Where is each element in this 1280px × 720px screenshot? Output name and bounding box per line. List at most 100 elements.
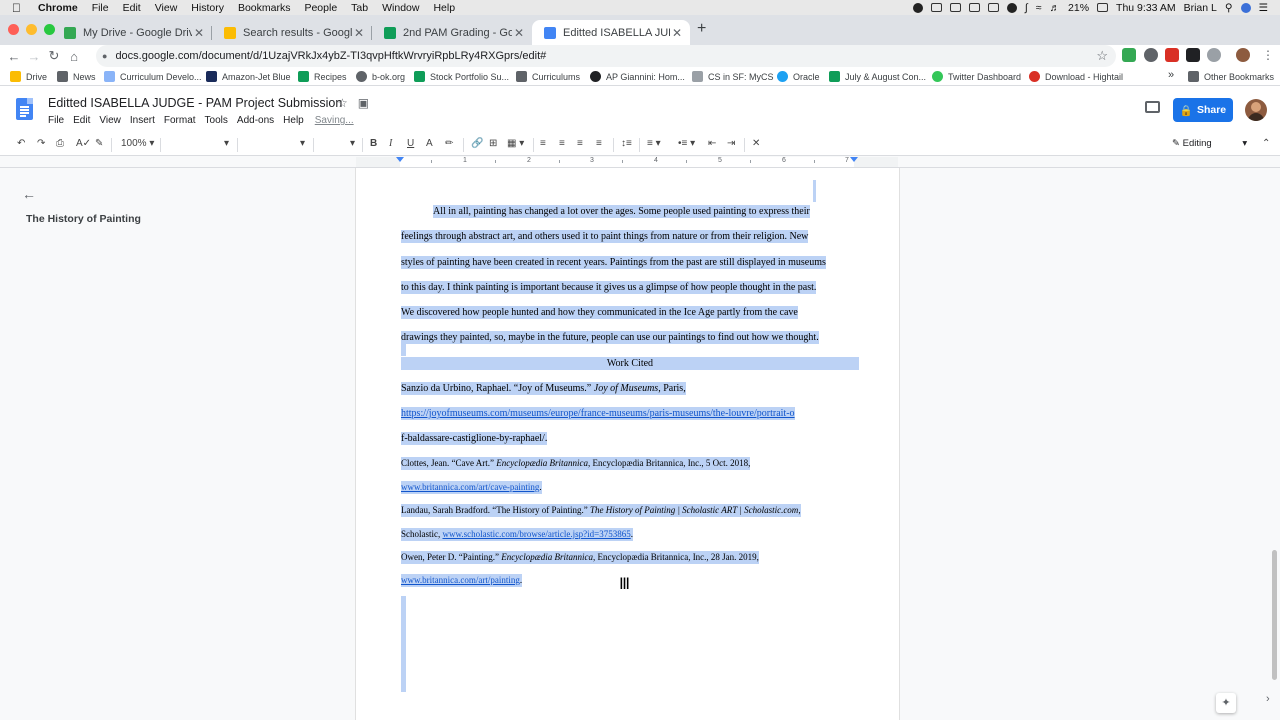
bookmark-ap-giannini[interactable]: AP Giannini: Hom... [590, 71, 685, 82]
mac-menu-edit[interactable]: Edit [123, 2, 141, 14]
insert-image-icon[interactable]: ▦ ▾ [507, 138, 524, 149]
volume-icon[interactable]: ♬ [1050, 2, 1061, 14]
bookmark-news[interactable]: News [57, 71, 96, 82]
extension-n-icon[interactable] [1186, 48, 1200, 62]
bluetooth-icon[interactable]: ∫ [1025, 2, 1028, 14]
spotlight-icon[interactable]: ⚲ [1225, 2, 1233, 14]
bookmark-july-august[interactable]: July & August Con... [829, 71, 926, 82]
tab-editted-doc[interactable]: Editted ISABELLA JUDGE - PA ✕ [532, 20, 690, 45]
time-machine-icon[interactable] [1006, 2, 1017, 13]
notification-center-icon[interactable]: ☰ [1259, 2, 1268, 14]
bookmark-recipes[interactable]: Recipes [298, 71, 347, 82]
outline-heading[interactable]: The History of Painting [26, 213, 141, 225]
citation-link[interactable]: https://joyofmuseums.com/museums/europe/… [401, 408, 795, 419]
comment-history-icon[interactable] [1145, 101, 1160, 113]
forward-icon[interactable]: → [24, 49, 44, 64]
bookmarks-overflow[interactable]: » [1168, 69, 1174, 81]
mac-menu-bookmarks[interactable]: Bookmarks [238, 2, 291, 14]
right-indent-marker[interactable] [850, 157, 858, 162]
close-window-icon[interactable] [8, 24, 19, 35]
tab-pam-grading[interactable]: 2nd PAM Grading - Google Sh ✕ [372, 20, 532, 45]
address-bar[interactable]: ● docs.google.com/document/d/1UzajVRkJx4… [96, 45, 1116, 67]
link-icon[interactable]: 🔗 [471, 138, 483, 149]
bookmark-drive[interactable]: Drive [10, 71, 47, 82]
zoom-select[interactable]: 100% ▾ [121, 138, 154, 149]
vertical-scrollbar[interactable] [1272, 550, 1277, 680]
extension-incognito-icon[interactable] [1144, 48, 1158, 62]
paint-format-icon[interactable]: ✎ [95, 138, 103, 149]
bookmark-twitter-dashboard[interactable]: Twitter Dashboard [932, 71, 1021, 82]
explore-icon[interactable]: ✦ [1216, 693, 1236, 713]
menu-file[interactable]: File [48, 115, 64, 126]
document-title[interactable]: Editted ISABELLA JUDGE - PAM Project Sub… [48, 96, 342, 110]
align-center-icon[interactable]: ≡ [559, 138, 565, 149]
mac-menu-people[interactable]: People [304, 2, 337, 14]
extension-gray-icon[interactable] [1207, 48, 1221, 62]
menu-format[interactable]: Format [164, 115, 196, 126]
justify-icon[interactable]: ≡ [596, 138, 602, 149]
minimize-window-icon[interactable] [26, 24, 37, 35]
display-icon[interactable] [968, 3, 980, 12]
highlight-icon[interactable]: ✏ [445, 138, 453, 149]
italic-icon[interactable]: I [389, 138, 392, 149]
citation-link[interactable]: www.scholastic.com/browse/article.jsp?id… [443, 529, 631, 539]
mac-menu-app[interactable]: Chrome [38, 2, 78, 14]
add-comment-icon[interactable]: ⊞ [489, 138, 497, 149]
star-icon[interactable]: ☆ [337, 96, 348, 110]
decrease-indent-icon[interactable]: ⇤ [708, 138, 716, 149]
close-tab-icon[interactable]: ✕ [352, 26, 366, 40]
extension-shield-icon[interactable] [1165, 48, 1179, 62]
user-name[interactable]: Brian L [1184, 2, 1217, 14]
chevron-up-icon[interactable]: ⌃ [1262, 138, 1270, 149]
document-page[interactable]: All in all, painting has changed a lot o… [355, 168, 900, 720]
font-size-select[interactable]: ▾ [350, 138, 355, 149]
menu-tools[interactable]: Tools [205, 115, 228, 126]
print-icon[interactable]: ⎙ [56, 138, 64, 149]
back-icon[interactable]: ← [4, 49, 24, 64]
citation-link[interactable]: www.britannica.com/art/painting [401, 575, 520, 585]
ruler[interactable]: 1 2 3 4 5 6 7 [356, 157, 898, 167]
bookmark-oracle[interactable]: Oracle [777, 71, 820, 82]
bookmark-amazon[interactable]: Amazon-Jet Blue [206, 71, 291, 82]
menu-help[interactable]: Help [283, 115, 304, 126]
align-left-icon[interactable]: ≡ [540, 138, 546, 149]
docs-logo-icon[interactable] [16, 98, 33, 120]
battery-percent[interactable]: 21% [1068, 2, 1089, 14]
url-text[interactable]: docs.google.com/document/d/1UzajVRkJx4yb… [115, 50, 546, 62]
close-tab-icon[interactable]: ✕ [512, 26, 526, 40]
bold-icon[interactable]: B [370, 138, 377, 149]
screen-icon[interactable] [949, 3, 961, 12]
numbered-list-icon[interactable]: ≡ ▾ [647, 138, 661, 149]
editing-mode-select[interactable]: ✎ Editing ▾ [1172, 138, 1247, 149]
move-folder-icon[interactable]: ▣ [358, 96, 369, 110]
mac-menu-view[interactable]: View [155, 2, 178, 14]
tab-search-results[interactable]: Search results - Google Drive ✕ [212, 20, 372, 45]
citation-link[interactable]: www.britannica.com/art/cave-painting [401, 482, 539, 492]
wifi-icon[interactable]: ≈ [1036, 2, 1042, 14]
font-select[interactable]: ▾ [300, 138, 305, 149]
bookmark-curriculum[interactable]: Curriculum Develo... [104, 71, 202, 82]
mac-menu-tab[interactable]: Tab [351, 2, 368, 14]
line-spacing-icon[interactable]: ↕≡ [621, 138, 632, 149]
side-panel-toggle-icon[interactable]: › [1266, 693, 1280, 713]
new-tab-icon[interactable]: + [697, 20, 706, 38]
bookmark-bok[interactable]: b-ok.org [356, 71, 405, 82]
airplay-icon[interactable] [987, 3, 999, 12]
menu-view[interactable]: View [99, 115, 121, 126]
home-icon[interactable]: ⌂ [64, 49, 84, 64]
bookmark-cs-in-sf[interactable]: CS in SF: MyCS [692, 71, 774, 82]
spellcheck-icon[interactable]: A✓ [76, 138, 91, 149]
clock[interactable]: Thu 9:33 AM [1116, 2, 1176, 14]
mac-menu-help[interactable]: Help [433, 2, 455, 14]
bookmark-stock[interactable]: Stock Portfolio Su... [414, 71, 509, 82]
chrome-menu-icon[interactable]: ⋮ [1262, 48, 1274, 62]
redo-icon[interactable]: ↷ [37, 138, 45, 149]
profile-avatar-icon[interactable] [1236, 48, 1250, 62]
bookmark-hightail[interactable]: Download - Hightail [1029, 71, 1123, 82]
align-right-icon[interactable]: ≡ [577, 138, 583, 149]
mac-menu-file[interactable]: File [92, 2, 109, 14]
increase-indent-icon[interactable]: ⇥ [727, 138, 735, 149]
left-indent-marker[interactable] [396, 157, 404, 162]
siri-icon[interactable] [1240, 2, 1251, 13]
bulleted-list-icon[interactable]: •≡ ▾ [678, 138, 695, 149]
